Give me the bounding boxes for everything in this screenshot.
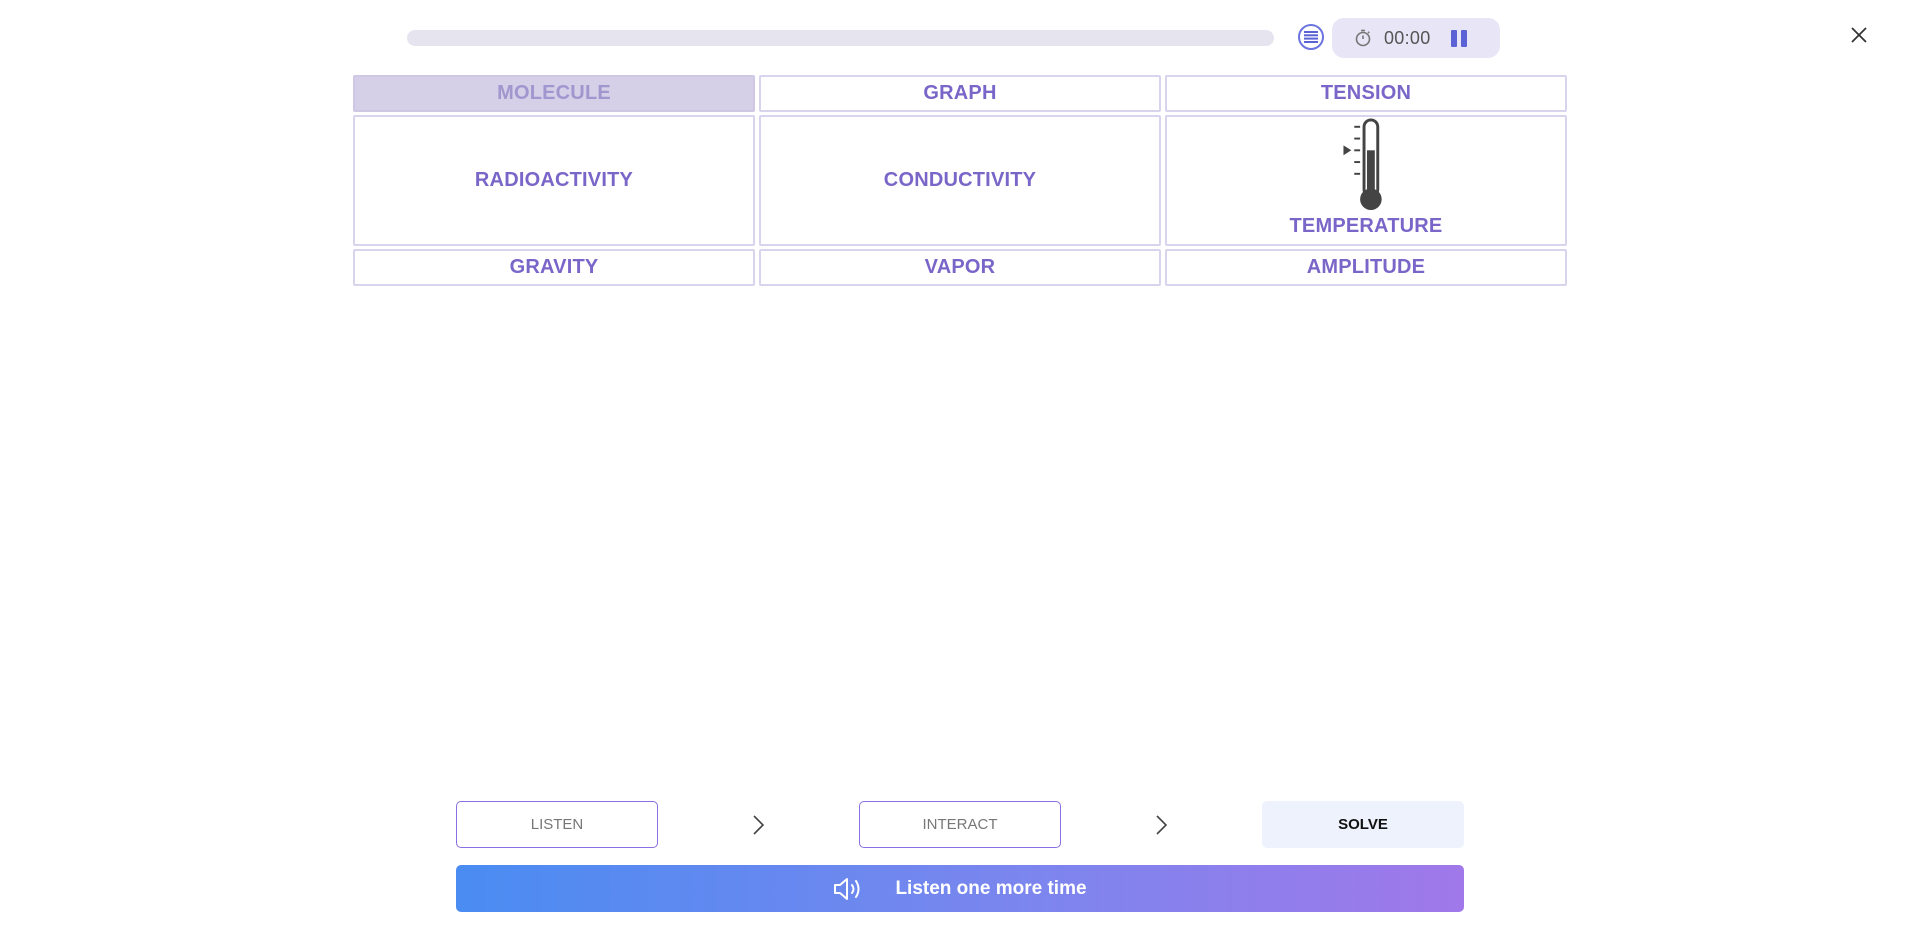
word-label: AMPLITUDE xyxy=(1306,256,1426,278)
word-label: TENSION xyxy=(1320,82,1412,104)
step-navigation: LISTEN INTERACT SOLVE xyxy=(456,801,1464,848)
word-cell-temperature[interactable]: TEMPERATURE xyxy=(1165,115,1567,246)
word-cell-conductivity[interactable]: CONDUCTIVITY xyxy=(759,115,1161,246)
word-cell-tension[interactable]: TENSION xyxy=(1165,75,1567,112)
list-button[interactable] xyxy=(1298,24,1324,50)
word-label: TEMPERATURE xyxy=(1289,215,1443,237)
step-label: LISTEN xyxy=(530,816,584,833)
chevron-right-icon xyxy=(1156,815,1168,835)
list-icon xyxy=(1304,31,1318,43)
listen-again-label: Listen one more time xyxy=(895,877,1087,899)
timer-value: 00:00 xyxy=(1384,27,1431,48)
word-label: VAPOR xyxy=(924,256,996,278)
progress-bar xyxy=(407,30,1274,46)
word-cell-vapor[interactable]: VAPOR xyxy=(759,249,1161,286)
step-listen-button[interactable]: LISTEN xyxy=(456,801,658,848)
step-solve-button[interactable]: SOLVE xyxy=(1262,801,1464,848)
word-label: GRAPH xyxy=(923,82,997,104)
stopwatch-icon xyxy=(1354,29,1372,47)
pause-button[interactable] xyxy=(1450,29,1467,47)
close-button[interactable] xyxy=(1848,24,1870,46)
close-icon xyxy=(1851,27,1867,43)
step-label: INTERACT xyxy=(922,816,998,833)
chevron-right-icon xyxy=(753,815,765,835)
speaker-icon xyxy=(834,877,860,900)
listen-again-button[interactable]: Listen one more time xyxy=(456,865,1464,912)
word-cell-graph[interactable]: GRAPH xyxy=(759,75,1161,112)
word-label: MOLECULE xyxy=(497,82,611,104)
word-cell-gravity[interactable]: GRAVITY xyxy=(353,249,755,286)
step-interact-button[interactable]: INTERACT xyxy=(859,801,1061,848)
word-label: RADIOACTIVITY xyxy=(474,169,634,191)
step-label: SOLVE xyxy=(1338,816,1388,833)
thermometer-icon xyxy=(1343,118,1382,211)
pause-icon xyxy=(1450,29,1457,47)
word-cell-radioactivity[interactable]: RADIOACTIVITY xyxy=(353,115,755,246)
word-label: GRAVITY xyxy=(509,256,599,278)
word-cell-amplitude[interactable]: AMPLITUDE xyxy=(1165,249,1567,286)
timer: 00:00 xyxy=(1332,18,1500,58)
word-cell-molecule[interactable]: MOLECULE xyxy=(353,75,755,112)
word-grid: MOLECULE GRAPH TENSION RADIOACTIVITY CON… xyxy=(353,75,1567,286)
word-label: CONDUCTIVITY xyxy=(883,169,1037,191)
